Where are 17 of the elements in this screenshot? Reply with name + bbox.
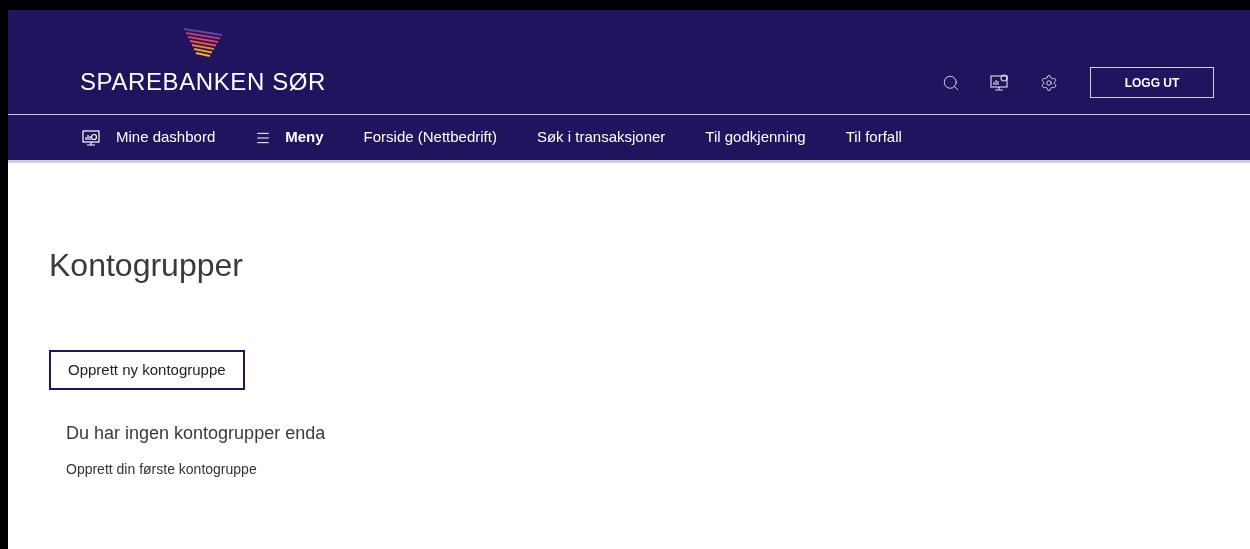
logout-button[interactable]: LOGG UT <box>1090 67 1214 98</box>
monitor-chart-icon <box>82 128 102 147</box>
empty-state-title: Du har ingen kontogrupper enda <box>66 422 327 445</box>
logo-icon <box>181 26 224 60</box>
logo-text[interactable]: SPAREBANKEN SØR <box>80 64 326 100</box>
nav-item[interactable]: Mine dashbord <box>82 126 216 149</box>
monitor-gear-icon[interactable] <box>990 73 1010 92</box>
page-title: Kontogrupper <box>49 246 244 285</box>
nav-item[interactable]: Til forfall <box>845 126 902 149</box>
nav-item[interactable]: Søk i transaksjoner <box>536 126 666 149</box>
nav-item[interactable]: Meny <box>255 126 324 149</box>
nav-item[interactable]: Forside (Nettbedrift) <box>363 126 497 149</box>
settings-icon[interactable] <box>1040 73 1058 92</box>
search-icon[interactable] <box>942 73 960 92</box>
nav-item[interactable]: Til godkjenning <box>705 126 806 149</box>
create-group-button[interactable]: Opprett ny kontogruppe <box>49 350 245 390</box>
empty-state-text: Opprett din første kontogruppe <box>66 460 258 479</box>
